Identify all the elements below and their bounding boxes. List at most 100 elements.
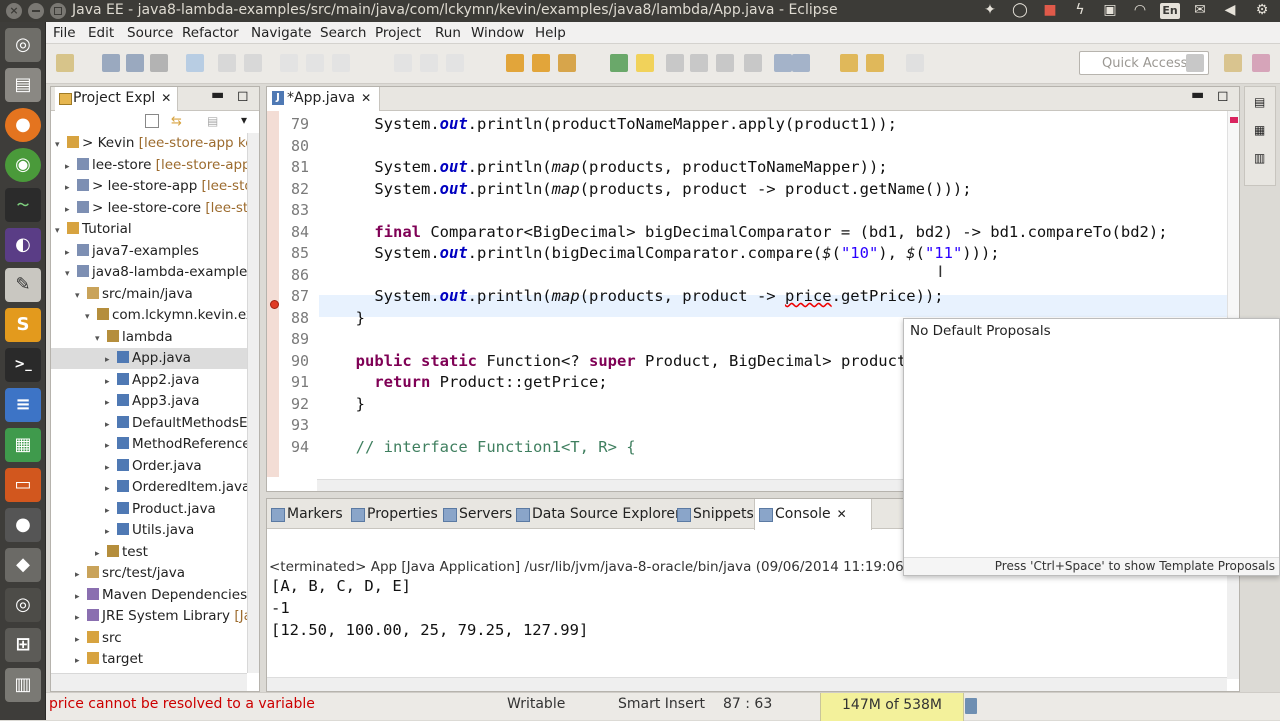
terminal-toolbar-icon[interactable]	[218, 54, 236, 72]
minimize-icon[interactable]: ▬	[211, 87, 224, 103]
annotation-icon[interactable]	[744, 54, 762, 72]
menu-edit[interactable]: Edit	[88, 25, 114, 41]
dash-icon[interactable]: ◎	[5, 28, 41, 62]
expand-arrow-icon[interactable]: ▾	[85, 307, 95, 328]
tree-item[interactable]: ▸ > lee-store-core [lee-sto	[51, 198, 247, 219]
console-horizontal-scrollbar[interactable]	[267, 677, 1227, 691]
maximize-window-button[interactable]	[50, 3, 66, 19]
close-icon[interactable]: ✕	[837, 507, 847, 521]
language-indicator[interactable]: En	[1160, 3, 1180, 19]
back-icon[interactable]	[866, 54, 884, 72]
tab-data-source-explorer[interactable]: Data Source Explorer	[512, 499, 685, 529]
tree-item[interactable]: ▸ MethodReference	[51, 434, 247, 455]
power-tray-icon[interactable]: ϟ	[1070, 2, 1090, 20]
minimize-icon[interactable]: ▬	[1191, 87, 1204, 103]
palette-icon[interactable]: ▥	[1254, 151, 1265, 165]
terminate-icon[interactable]	[332, 54, 350, 72]
tree-item[interactable]: ▸ Product.java	[51, 499, 247, 520]
expand-arrow-icon[interactable]: ▾	[55, 135, 65, 156]
expand-arrow-icon[interactable]: ▸	[105, 436, 115, 457]
files-icon[interactable]: ▤	[5, 68, 41, 102]
chrome-icon[interactable]: ◉	[5, 148, 41, 182]
tree-item[interactable]: ▸ src	[51, 628, 247, 649]
expand-arrow-icon[interactable]: ▸	[65, 157, 75, 178]
tree-item[interactable]: ▸ lee-store [lee-store-app	[51, 155, 247, 176]
mail-tray-icon[interactable]: ✉	[1190, 2, 1210, 20]
tree-item[interactable]: ▸ App2.java	[51, 370, 247, 391]
menu-window[interactable]: Window	[471, 25, 524, 41]
code-line[interactable]: // interface Function1<T, R> {	[337, 438, 636, 456]
expand-arrow-icon[interactable]: ▾	[75, 286, 85, 307]
java-ee-perspective-icon[interactable]	[1224, 54, 1242, 72]
tree-item[interactable]: ▸ App3.java	[51, 391, 247, 412]
open-type-icon[interactable]	[506, 54, 524, 72]
next-annotation-icon[interactable]	[774, 54, 792, 72]
expand-arrow-icon[interactable]: ▾	[65, 264, 75, 285]
open-perspective-icon[interactable]	[1186, 54, 1204, 72]
explorer-horizontal-scrollbar[interactable]	[51, 673, 247, 691]
step-into-icon[interactable]	[394, 54, 412, 72]
new-icon[interactable]	[56, 54, 74, 72]
search-toolbar-icon[interactable]	[610, 54, 628, 72]
expand-arrow-icon[interactable]: ▸	[95, 544, 105, 565]
expand-arrow-icon[interactable]: ▸	[105, 501, 115, 522]
tree-item[interactable]: ▸ Utils.java	[51, 520, 247, 541]
tree-item[interactable]: ▾ > Kevin [lee-store-app kev	[51, 133, 247, 154]
print-icon[interactable]	[150, 54, 168, 72]
tree-item[interactable]: ▾ src/main/java	[51, 284, 247, 305]
tree-item[interactable]: ▾ lambda	[51, 327, 247, 348]
menu-refactor[interactable]: Refactor	[182, 25, 239, 41]
expand-arrow-icon[interactable]: ▸	[105, 415, 115, 436]
expand-arrow-icon[interactable]: ▸	[105, 372, 115, 393]
collapse-all-icon[interactable]	[145, 114, 159, 128]
content-assist-popup[interactable]: No Default Proposals Press 'Ctrl+Space' …	[903, 318, 1280, 576]
settings-tray-icon[interactable]: ⚙	[1252, 2, 1272, 20]
error-overview-mark[interactable]	[1230, 117, 1238, 123]
close-window-button[interactable]: ×	[6, 3, 22, 19]
highlight-icon[interactable]	[636, 54, 654, 72]
proposals-footer[interactable]: Press 'Ctrl+Space' to show Template Prop…	[904, 557, 1279, 575]
wifi-tray-icon[interactable]: ◠	[1130, 2, 1150, 20]
tree-item[interactable]: ▸ DefaultMethodsE	[51, 413, 247, 434]
suspend-icon[interactable]	[306, 54, 324, 72]
tree-item[interactable]: ▸ java7-examples	[51, 241, 247, 262]
view-menu-icon[interactable]: ▤	[207, 114, 218, 128]
writer-icon[interactable]: ≡	[5, 388, 41, 422]
trash-icon[interactable]: ▥	[5, 668, 41, 702]
open-resource-icon[interactable]	[558, 54, 576, 72]
error-marker-icon[interactable]	[270, 300, 279, 309]
expand-arrow-icon[interactable]: ▸	[105, 350, 115, 371]
maximize-icon[interactable]: ◻	[1217, 88, 1229, 104]
resume-icon[interactable]	[280, 54, 298, 72]
calc-icon[interactable]: ▦	[5, 428, 41, 462]
chevron-down-icon[interactable]: ▾	[241, 113, 247, 127]
tab-markers[interactable]: Markers	[267, 499, 347, 529]
garbage-collect-icon[interactable]	[965, 698, 977, 714]
expand-arrow-icon[interactable]: ▾	[95, 329, 105, 350]
bulb-tray-icon[interactable]: ◯	[1010, 2, 1030, 20]
webcam-icon[interactable]: ◎	[5, 588, 41, 622]
menu-run[interactable]: Run	[435, 25, 461, 41]
expand-arrow-icon[interactable]: ▸	[105, 458, 115, 479]
code-line[interactable]: }	[337, 309, 365, 327]
code-line[interactable]: System.out.println(productToNameMapper.a…	[337, 115, 897, 133]
expand-arrow-icon[interactable]: ▸	[65, 178, 75, 199]
task-list-icon[interactable]: ▦	[1254, 123, 1265, 137]
eclipse-icon[interactable]: ◐	[5, 228, 41, 262]
code-line[interactable]: System.out.println(map(products, product…	[337, 180, 971, 198]
sublime-icon[interactable]: S	[5, 308, 41, 342]
tab-properties[interactable]: Properties	[347, 499, 442, 529]
link-editor-icon[interactable]: ⇆	[171, 114, 182, 129]
debug-icon[interactable]	[244, 54, 262, 72]
recorder-tray-icon[interactable]: ■	[1040, 2, 1060, 20]
save-icon[interactable]	[102, 54, 120, 72]
outline-icon[interactable]: ▤	[1254, 95, 1265, 109]
expand-arrow-icon[interactable]: ▸	[65, 200, 75, 221]
tab-project-explorer[interactable]: Project Expl ✕	[55, 87, 179, 111]
maximize-icon[interactable]: ◻	[237, 88, 249, 104]
expand-arrow-icon[interactable]: ▸	[105, 393, 115, 414]
app-icon[interactable]: ◆	[5, 548, 41, 582]
expand-arrow-icon[interactable]: ▸	[105, 479, 115, 500]
close-icon[interactable]: ✕	[361, 91, 371, 105]
menu-help[interactable]: Help	[535, 25, 566, 41]
